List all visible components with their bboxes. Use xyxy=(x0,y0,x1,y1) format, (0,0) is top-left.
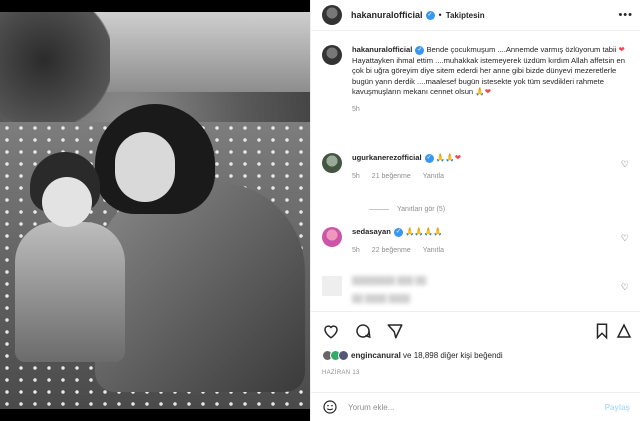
share-icon[interactable] xyxy=(386,322,404,340)
commenter-avatar[interactable] xyxy=(322,227,342,247)
author-avatar[interactable] xyxy=(322,5,342,25)
liker-username[interactable]: engincanural xyxy=(351,351,401,360)
blurred-avatar xyxy=(322,276,342,296)
caption-time: 5h xyxy=(352,105,360,113)
likes-count[interactable]: ve 18,898 diğer kişi beğendi xyxy=(403,351,503,360)
heart-emoji-icon: ❤ xyxy=(484,87,492,96)
verified-icon: ✓ xyxy=(415,45,425,55)
comment-likes[interactable]: 22 beğenme xyxy=(372,246,411,256)
comment-item-blurred: ████████ ███ ██ ██ ████ ████ ♡ xyxy=(322,276,632,304)
replies-line xyxy=(369,209,389,210)
verified-icon: ✓ xyxy=(393,227,403,237)
comment-time: 5h xyxy=(352,247,360,254)
post-comment-button[interactable]: Paylaş xyxy=(605,403,630,412)
caption-text-1: Bende çocukmuşum ....Annemde varmış özlü… xyxy=(426,45,617,54)
liker-avatar xyxy=(338,350,349,361)
heart-emoji-icon: ❤ xyxy=(618,45,625,54)
likes-summary[interactable]: engincanural ve 18,898 diğer kişi beğend… xyxy=(322,350,503,361)
post-date: HAZİRAN 13 xyxy=(322,370,360,376)
comment-item: ugurkanerezofficial ✓ 🙏🙏❤ 5h 21 beğenme Y… xyxy=(322,153,632,182)
post-sidebar: hakanuralofficial ✓ • Takiptesin ••• hak… xyxy=(310,0,640,421)
more-icon[interactable] xyxy=(615,322,633,340)
follow-status-button[interactable]: Takiptesin xyxy=(446,11,485,20)
reply-button[interactable]: Yanıtla xyxy=(423,246,444,256)
more-options-icon[interactable]: ••• xyxy=(618,9,633,21)
emoji-icon[interactable] xyxy=(322,399,338,415)
comment-emojis: 🙏🙏🙏🙏 xyxy=(404,227,443,236)
blurred-comment: ████████ ███ ██ xyxy=(352,276,427,285)
view-replies-toggle[interactable]: Yanıtları gör (5) xyxy=(369,206,445,213)
view-replies-label[interactable]: Yanıtları gör (5) xyxy=(397,206,445,213)
verified-icon: ✓ xyxy=(424,153,434,163)
caption-avatar[interactable] xyxy=(322,45,342,65)
comments-list[interactable]: hakanuralofficial ✓ Bende çocukmuşum ....… xyxy=(311,31,640,311)
comment-time: 5h xyxy=(352,173,360,180)
photo-woman-face xyxy=(115,132,175,202)
photo-woman xyxy=(95,182,305,392)
comment-emojis: 🙏🙏 xyxy=(435,153,455,162)
photo-child-face xyxy=(42,177,92,227)
blurred-comment-meta: ██ ████ ████ xyxy=(352,294,411,303)
bookmark-icon[interactable] xyxy=(593,322,611,340)
caption-username[interactable]: hakanuralofficial xyxy=(352,45,412,54)
comment-like-heart-icon[interactable]: ♡ xyxy=(621,282,629,293)
caption: hakanuralofficial ✓ Bende çocukmuşum ....… xyxy=(322,45,632,115)
post-actions xyxy=(311,311,640,349)
commenter-avatar[interactable] xyxy=(322,153,342,173)
verified-icon: ✓ xyxy=(425,10,435,20)
author-username[interactable]: hakanuralofficial xyxy=(351,10,423,20)
commenter-username[interactable]: ugurkanerezofficial xyxy=(352,153,422,162)
commenter-username[interactable]: sedasayan xyxy=(352,227,391,236)
comment-icon[interactable] xyxy=(354,322,372,340)
photo-trees xyxy=(0,12,110,132)
comment-like-heart-icon[interactable]: ♡ xyxy=(621,159,629,170)
comment-like-heart-icon[interactable]: ♡ xyxy=(621,233,629,244)
hands-emoji-icon: 🙏 xyxy=(475,87,485,96)
reply-button[interactable]: Yanıtla xyxy=(423,172,444,182)
photo-child xyxy=(15,222,125,362)
post-header: hakanuralofficial ✓ • Takiptesin ••• xyxy=(311,0,640,31)
comment-composer: Yorum ekle... Paylaş xyxy=(311,392,640,421)
liker-avatars xyxy=(322,350,349,361)
heart-emoji-icon: ❤ xyxy=(454,153,462,162)
separator-dot: • xyxy=(438,10,442,20)
post-photo-pane xyxy=(0,0,310,421)
like-heart-icon[interactable] xyxy=(322,322,340,340)
comment-input[interactable]: Yorum ekle... xyxy=(348,403,605,412)
comment-likes[interactable]: 21 beğenme xyxy=(372,172,411,182)
comment-item: sedasayan ✓ 🙏🙏🙏🙏 5h 22 beğenme Yanıtla ♡ xyxy=(322,227,632,256)
post-photo[interactable] xyxy=(0,12,310,409)
